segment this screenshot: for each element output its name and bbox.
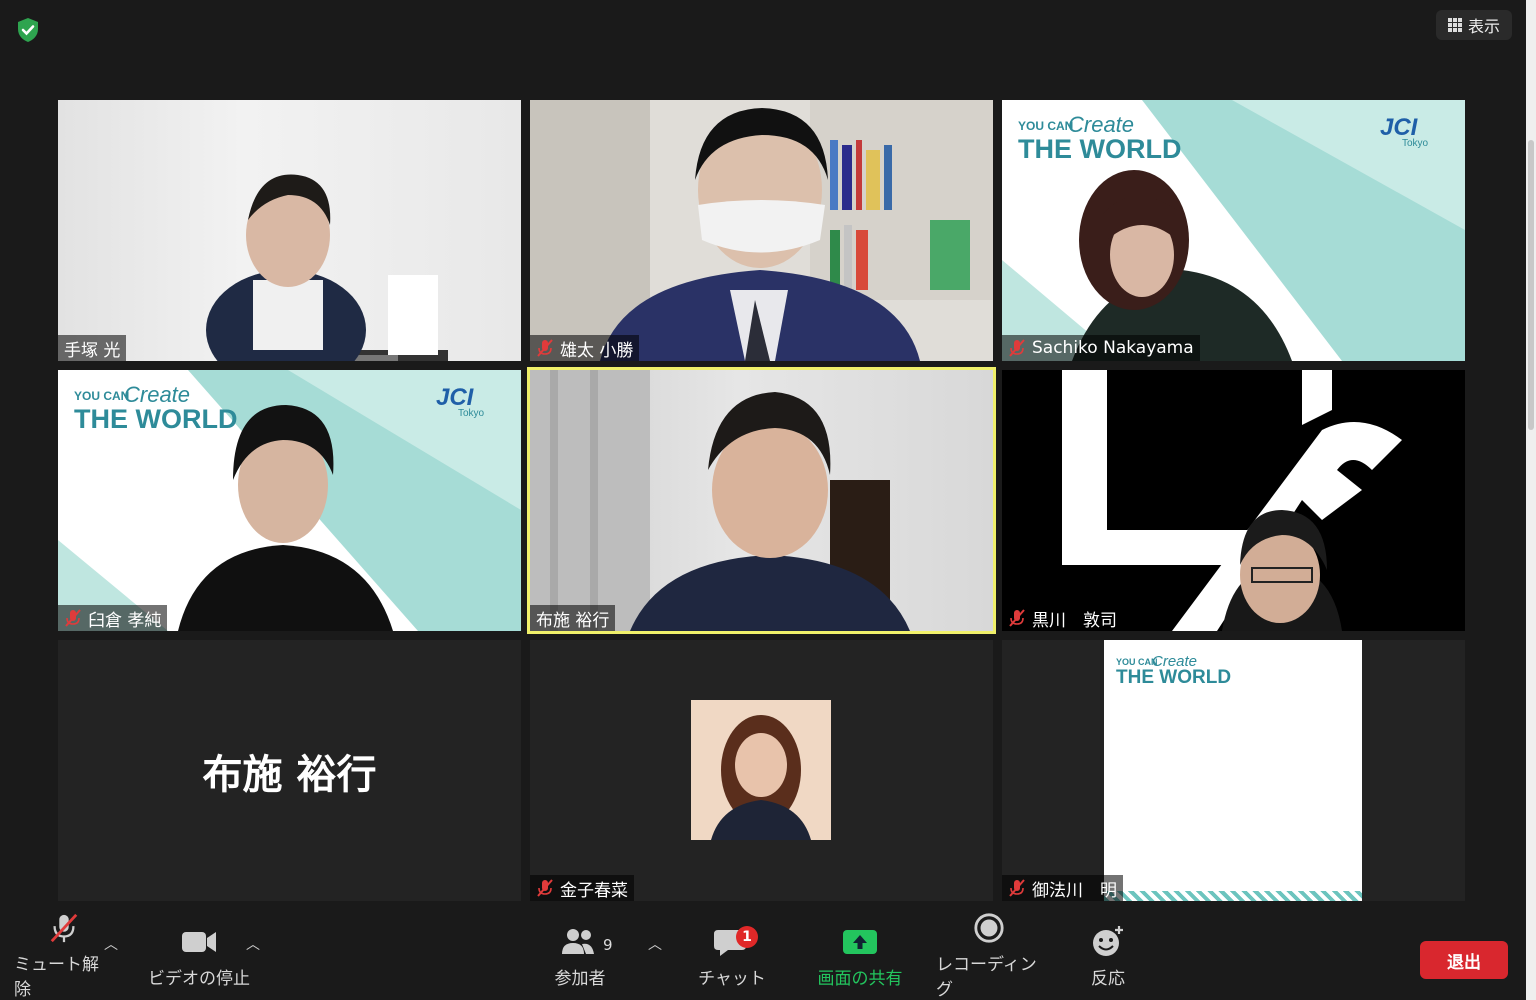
leave-meeting-button[interactable]: 退出 [1420, 941, 1508, 979]
participant-name: 布施 裕行 [536, 610, 610, 631]
participant-video [206, 174, 448, 361]
stop-video-label: ビデオの停止 [148, 968, 250, 989]
grid-icon [1447, 18, 1462, 32]
bg-create: Create [1068, 112, 1135, 137]
participant-name-tag: 黒川 敦司 [1002, 605, 1123, 631]
unmute-label: ミュート解除 [14, 955, 99, 1000]
video-tile-6[interactable]: 黒川 敦司 [1002, 370, 1465, 631]
participant-name-tag: 布施 裕行 [530, 605, 616, 631]
chat-unread-badge: 1 [736, 926, 758, 948]
record-icon [974, 913, 1004, 943]
jci-logo-sub: Tokyo [458, 408, 485, 419]
participants-count: 9 [603, 936, 613, 954]
participant-name: 臼倉 孝純 [88, 610, 162, 631]
reactions-label: 反応 [1091, 968, 1125, 989]
share-screen-label: 画面の共有 [817, 968, 903, 989]
video-camera-icon [182, 931, 216, 952]
chat-button[interactable]: チャット [694, 912, 770, 1000]
stop-video-button[interactable]: ビデオの停止 [146, 912, 252, 1000]
scrollbar-thumb[interactable] [1528, 140, 1534, 430]
participant-name: 手塚 光 [64, 340, 121, 361]
muted-mic-icon [65, 609, 81, 627]
smiley-reaction-icon [1093, 925, 1123, 956]
profile-photo [691, 700, 831, 840]
participant-name: 御法川 明 [1032, 880, 1117, 901]
bg-the-world: THE WORLD [74, 404, 238, 434]
video-tile-5-active-speaker[interactable]: 布施 裕行 [527, 367, 996, 634]
muted-mic-icon [537, 339, 553, 357]
participant-name: 金子春菜 [560, 880, 628, 901]
muted-mic-icon [50, 913, 78, 943]
participants-options-caret-icon[interactable]: ︿ [648, 934, 662, 954]
share-screen-icon [843, 929, 877, 954]
participant-name: 雄太 小勝 [560, 340, 634, 361]
video-tile-7-video-off[interactable]: 布施 裕行 [58, 640, 521, 901]
participant-name-tag: 手塚 光 [58, 335, 127, 361]
video-tile-3[interactable]: YOU CAN Create THE WORLD JCI Tokyo Sachi… [1002, 100, 1465, 361]
video-tile-4[interactable]: YOU CAN Create THE WORLD JCI Tokyo 臼倉 孝純 [58, 370, 521, 631]
bg-you-can: YOU CAN [74, 389, 130, 403]
participant-name: 黒川 敦司 [1032, 610, 1117, 631]
bg-the-world: THE WORLD [1018, 134, 1182, 164]
participant-display-name: 布施 裕行 [202, 751, 377, 798]
muted-mic-icon [1009, 879, 1025, 897]
participants-icon [562, 928, 594, 954]
bg-create: Create [124, 382, 191, 407]
participant-video [530, 100, 993, 361]
reactions-button[interactable]: 反応 [1076, 912, 1140, 1000]
security-shield-icon[interactable] [14, 16, 42, 44]
video-tile-1[interactable]: 手塚 光 [58, 100, 521, 361]
video-tile-9[interactable]: YOU CAN Create THE WORLD 御法川 明 [1002, 640, 1465, 901]
record-label: レコーディング [936, 955, 1037, 1000]
participant-name-tag: 雄太 小勝 [530, 335, 640, 361]
video-tile-8[interactable]: 金子春菜 [530, 640, 993, 901]
participant-name-tag: Sachiko Nakayama [1002, 335, 1200, 361]
bg-the-world: THE WORLD [1116, 667, 1232, 688]
meeting-toolbar: ミュート解除 ︿ ビデオの停止 ︿ 参加者 9 ︿ チャット 1 画面の共有 レ… [0, 912, 1526, 1000]
view-button[interactable]: 表示 [1436, 10, 1512, 40]
unmute-button[interactable]: ミュート解除 [14, 912, 114, 1000]
participant-video [1062, 370, 1402, 631]
view-label: 表示 [1467, 17, 1500, 36]
muted-mic-icon [1009, 609, 1025, 627]
participant-name-tag: 御法川 明 [1002, 875, 1123, 901]
muted-mic-icon [1009, 339, 1025, 357]
muted-mic-icon [537, 879, 553, 897]
video-tile-2[interactable]: 雄太 小勝 [530, 100, 993, 361]
participant-name-tag: 臼倉 孝純 [58, 605, 168, 631]
participants-button[interactable]: 参加者 [540, 912, 620, 1000]
video-options-caret-icon[interactable]: ︿ [246, 934, 260, 954]
jci-logo-sub: Tokyo [1402, 138, 1429, 149]
participant-name: Sachiko Nakayama [1032, 338, 1194, 358]
participant-name-tag: 金子春菜 [530, 875, 634, 901]
share-screen-button[interactable]: 画面の共有 [808, 912, 912, 1000]
audio-options-caret-icon[interactable]: ︿ [104, 934, 118, 954]
bg-you-can: YOU CAN [1018, 119, 1074, 133]
record-button[interactable]: レコーディング [936, 912, 1042, 1000]
participant-video [530, 370, 910, 631]
participants-label: 参加者 [554, 968, 606, 989]
chat-label: チャット [698, 968, 766, 989]
